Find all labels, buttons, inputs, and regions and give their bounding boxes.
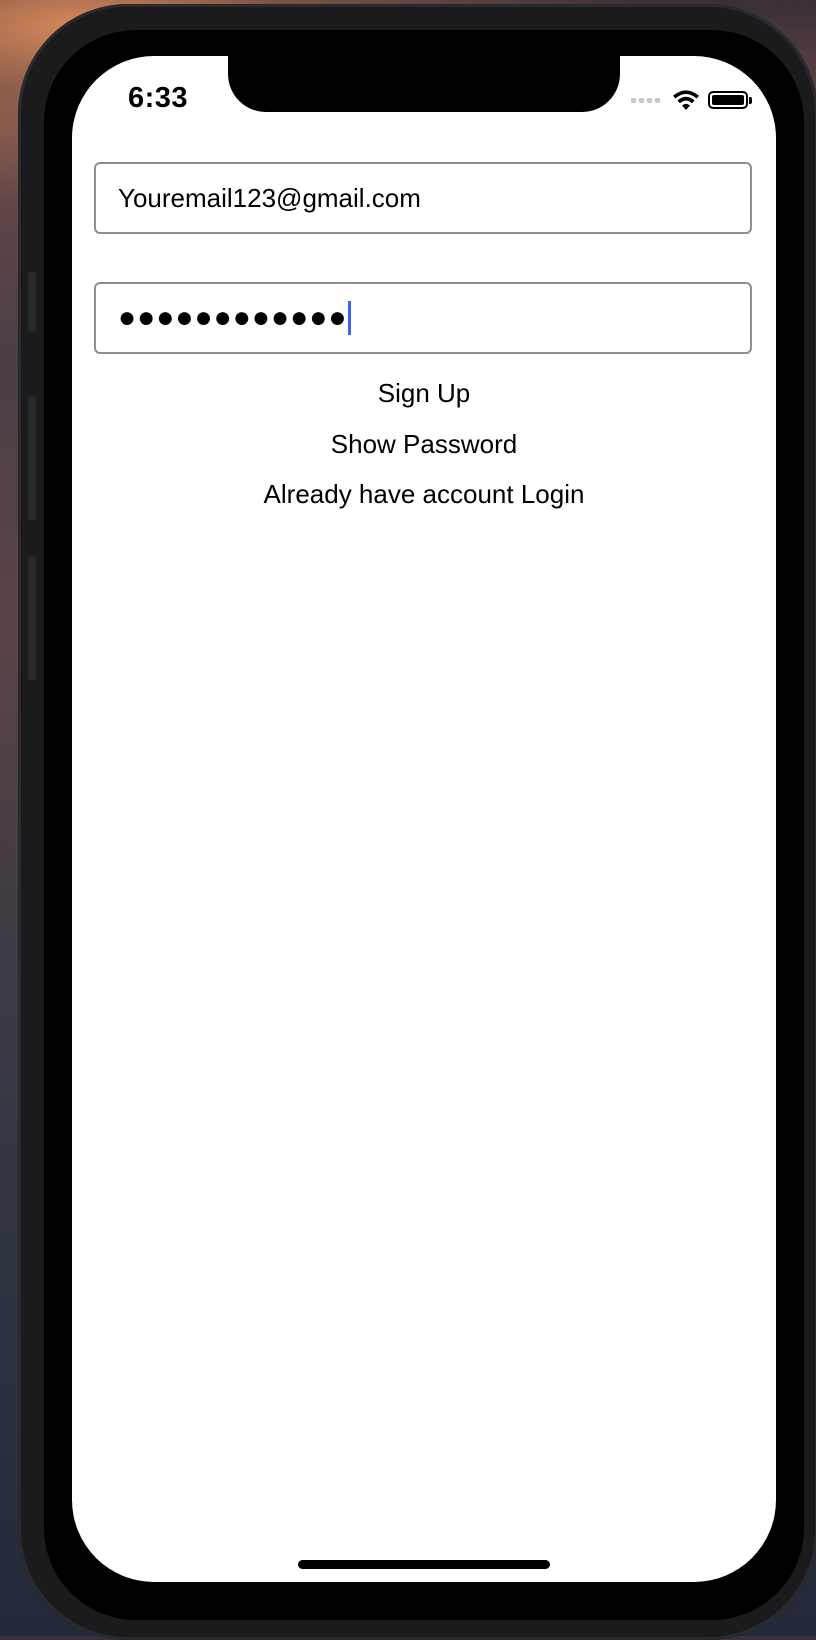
cellular-signal-icon xyxy=(631,97,660,103)
status-icons xyxy=(631,88,752,112)
text-cursor xyxy=(348,301,352,335)
wifi-icon xyxy=(673,90,699,110)
battery-icon xyxy=(708,91,752,109)
login-link[interactable]: Already have account Login xyxy=(72,479,776,510)
email-field[interactable] xyxy=(94,162,752,234)
password-masked-value: ●●●●●●●●●●●● xyxy=(118,301,348,334)
device-notch xyxy=(228,56,620,112)
home-indicator[interactable] xyxy=(298,1560,550,1569)
password-field[interactable]: ●●●●●●●●●●●● xyxy=(94,282,752,354)
email-input[interactable] xyxy=(118,182,728,214)
volume-up-button xyxy=(28,396,36,520)
status-time: 6:33 xyxy=(128,82,189,114)
volume-down-button xyxy=(28,556,36,680)
show-password-button[interactable]: Show Password xyxy=(72,429,776,460)
app-screen: 6:33 ●●●●●●●●●●●● Sign Up Show Password … xyxy=(72,56,776,1582)
sign-up-button[interactable]: Sign Up xyxy=(72,378,776,409)
mute-switch xyxy=(28,272,36,332)
